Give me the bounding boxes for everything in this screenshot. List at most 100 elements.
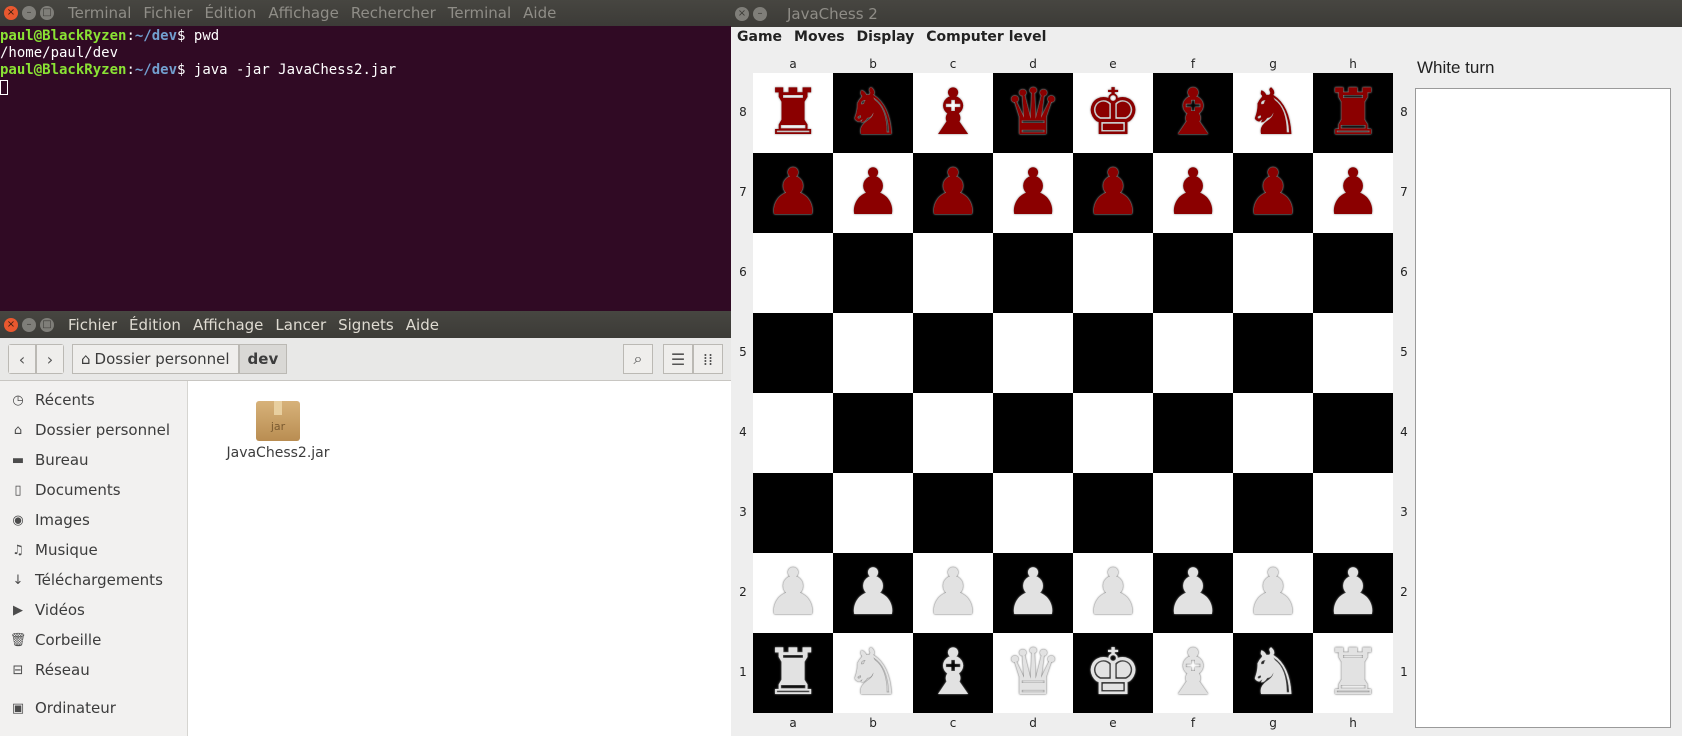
- square-e2[interactable]: ♟: [1073, 553, 1153, 633]
- square-f8[interactable]: ♝: [1153, 73, 1233, 153]
- file-item[interactable]: jar JavaChess2.jar: [218, 401, 338, 461]
- close-icon[interactable]: ×: [4, 317, 18, 332]
- square-c1[interactable]: ♝: [913, 633, 993, 713]
- menu-item-lancer[interactable]: Lancer: [275, 316, 326, 334]
- search-button[interactable]: ⌕: [623, 344, 653, 374]
- menu-moves[interactable]: Moves: [794, 29, 845, 45]
- white-queen-icon[interactable]: ♛: [1004, 633, 1061, 713]
- square-h8[interactable]: ♜: [1313, 73, 1393, 153]
- menu-game[interactable]: Game: [737, 29, 782, 45]
- square-d2[interactable]: ♟: [993, 553, 1073, 633]
- red-pawn-icon[interactable]: ♟: [764, 153, 821, 233]
- menu-display[interactable]: Display: [857, 29, 915, 45]
- square-h2[interactable]: ♟: [1313, 553, 1393, 633]
- square-a1[interactable]: ♜: [753, 633, 833, 713]
- sidebar-item[interactable]: ▶ Vidéos: [0, 595, 187, 625]
- square-d3[interactable]: [993, 473, 1073, 553]
- square-f5[interactable]: [1153, 313, 1233, 393]
- white-rook-icon[interactable]: ♜: [1324, 633, 1381, 713]
- square-b3[interactable]: [833, 473, 913, 553]
- square-g1[interactable]: ♞: [1233, 633, 1313, 713]
- sidebar-item[interactable]: 🗑 Corbeille: [0, 625, 187, 655]
- square-f6[interactable]: [1153, 233, 1233, 313]
- minimize-icon[interactable]: –: [753, 6, 767, 21]
- square-a3[interactable]: [753, 473, 833, 553]
- terminal-output[interactable]: paul@BlackRyzen:~/dev$ pwd/home/paul/dev…: [0, 26, 731, 314]
- white-knight-icon[interactable]: ♞: [1244, 633, 1301, 713]
- menu-item-fichier[interactable]: Fichier: [68, 316, 117, 334]
- red-pawn-icon[interactable]: ♟: [844, 153, 901, 233]
- breadcrumb-home[interactable]: ⌂ Dossier personnel: [72, 344, 239, 374]
- menu-item-terminal[interactable]: Terminal: [68, 4, 131, 22]
- square-c7[interactable]: ♟: [913, 153, 993, 233]
- square-d1[interactable]: ♛: [993, 633, 1073, 713]
- maximize-icon[interactable]: □: [40, 317, 54, 332]
- square-g2[interactable]: ♟: [1233, 553, 1313, 633]
- red-pawn-icon[interactable]: ♟: [1324, 153, 1381, 233]
- square-g3[interactable]: [1233, 473, 1313, 553]
- square-c8[interactable]: ♝: [913, 73, 993, 153]
- square-h4[interactable]: [1313, 393, 1393, 473]
- square-g6[interactable]: [1233, 233, 1313, 313]
- square-g8[interactable]: ♞: [1233, 73, 1313, 153]
- menu-item-aide[interactable]: Aide: [406, 316, 439, 334]
- move-list[interactable]: [1415, 88, 1671, 728]
- forward-button[interactable]: ›: [36, 344, 64, 374]
- red-pawn-icon[interactable]: ♟: [1004, 153, 1061, 233]
- square-a7[interactable]: ♟: [753, 153, 833, 233]
- menu-item-édition[interactable]: Édition: [204, 4, 256, 22]
- square-c4[interactable]: [913, 393, 993, 473]
- square-f3[interactable]: [1153, 473, 1233, 553]
- sidebar-item[interactable]: ◷ Récents: [0, 385, 187, 415]
- menu-computer-level[interactable]: Computer level: [926, 29, 1046, 45]
- red-rook-icon[interactable]: ♜: [764, 73, 821, 153]
- breadcrumb-current[interactable]: dev: [238, 344, 288, 374]
- square-e6[interactable]: [1073, 233, 1153, 313]
- square-a4[interactable]: [753, 393, 833, 473]
- list-view-button[interactable]: ☰: [663, 344, 693, 374]
- white-pawn-icon[interactable]: ♟: [1244, 553, 1301, 633]
- red-pawn-icon[interactable]: ♟: [924, 153, 981, 233]
- red-knight-icon[interactable]: ♞: [1244, 73, 1301, 153]
- red-pawn-icon[interactable]: ♟: [1244, 153, 1301, 233]
- minimize-icon[interactable]: –: [22, 6, 36, 20]
- menu-item-fichier[interactable]: Fichier: [143, 4, 192, 22]
- square-b1[interactable]: ♞: [833, 633, 913, 713]
- square-e7[interactable]: ♟: [1073, 153, 1153, 233]
- red-pawn-icon[interactable]: ♟: [1164, 153, 1221, 233]
- red-knight-icon[interactable]: ♞: [844, 73, 901, 153]
- square-e1[interactable]: ♚: [1073, 633, 1153, 713]
- white-pawn-icon[interactable]: ♟: [1164, 553, 1221, 633]
- menu-item-rechercher[interactable]: Rechercher: [351, 4, 436, 22]
- sidebar-item[interactable]: ▬ Bureau: [0, 445, 187, 475]
- menu-item-signets[interactable]: Signets: [338, 316, 394, 334]
- close-icon[interactable]: ×: [4, 6, 18, 20]
- white-rook-icon[interactable]: ♜: [764, 633, 821, 713]
- white-bishop-icon[interactable]: ♝: [1164, 633, 1221, 713]
- white-bishop-icon[interactable]: ♝: [924, 633, 981, 713]
- square-c5[interactable]: [913, 313, 993, 393]
- square-e3[interactable]: [1073, 473, 1153, 553]
- square-e4[interactable]: [1073, 393, 1153, 473]
- white-pawn-icon[interactable]: ♟: [844, 553, 901, 633]
- square-g5[interactable]: [1233, 313, 1313, 393]
- red-bishop-icon[interactable]: ♝: [924, 73, 981, 153]
- square-h5[interactable]: [1313, 313, 1393, 393]
- square-e5[interactable]: [1073, 313, 1153, 393]
- sidebar-item[interactable]: ▯ Documents: [0, 475, 187, 505]
- sidebar-item[interactable]: ↓ Téléchargements: [0, 565, 187, 595]
- menu-item-affichage[interactable]: Affichage: [268, 4, 338, 22]
- square-b8[interactable]: ♞: [833, 73, 913, 153]
- minimize-icon[interactable]: –: [22, 317, 36, 332]
- square-d7[interactable]: ♟: [993, 153, 1073, 233]
- square-b7[interactable]: ♟: [833, 153, 913, 233]
- sidebar-item[interactable]: ⊟ Réseau: [0, 655, 187, 685]
- square-a5[interactable]: [753, 313, 833, 393]
- square-g4[interactable]: [1233, 393, 1313, 473]
- square-a2[interactable]: ♟: [753, 553, 833, 633]
- square-h3[interactable]: [1313, 473, 1393, 553]
- red-bishop-icon[interactable]: ♝: [1164, 73, 1221, 153]
- square-b6[interactable]: [833, 233, 913, 313]
- square-a8[interactable]: ♜: [753, 73, 833, 153]
- red-pawn-icon[interactable]: ♟: [1084, 153, 1141, 233]
